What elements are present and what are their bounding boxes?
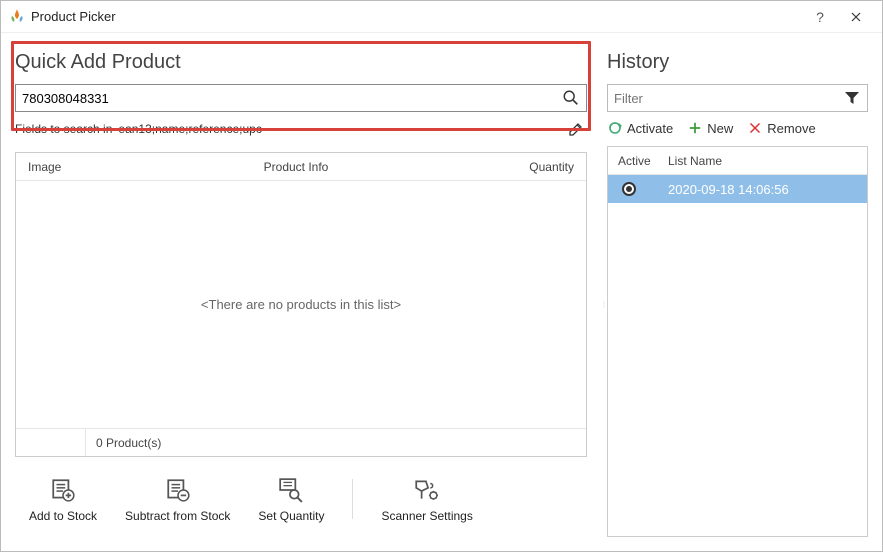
col-list-name[interactable]: List Name bbox=[664, 154, 867, 168]
quick-add-pane: Quick Add Product Fields to search in ea… bbox=[1, 33, 601, 551]
set-quantity-button[interactable]: Set Quantity bbox=[258, 475, 324, 523]
col-active[interactable]: Active bbox=[608, 154, 664, 168]
table-body: <There are no products in this list> bbox=[16, 181, 586, 428]
add-to-stock-icon bbox=[48, 475, 78, 505]
splitter-handle[interactable]: ⋮ bbox=[601, 303, 607, 307]
product-table: Image Product Info Quantity <There are n… bbox=[15, 152, 587, 457]
quick-add-heading: Quick Add Product bbox=[15, 51, 587, 74]
new-button[interactable]: New bbox=[687, 120, 733, 136]
search-row bbox=[15, 84, 587, 112]
history-body: 2020-09-18 14:06:56 bbox=[608, 175, 867, 536]
history-row[interactable]: 2020-09-18 14:06:56 bbox=[608, 175, 867, 203]
bottom-toolbar: Add to Stock Subtract from Stock bbox=[15, 457, 587, 537]
history-pane: History bbox=[601, 33, 882, 551]
empty-message: <There are no products in this list> bbox=[201, 297, 401, 312]
fields-label: Fields to search in bbox=[15, 122, 112, 136]
subtract-from-stock-label: Subtract from Stock bbox=[125, 509, 230, 523]
content-area: Quick Add Product Fields to search in ea… bbox=[1, 33, 882, 551]
set-quantity-icon bbox=[276, 475, 306, 505]
search-button[interactable] bbox=[556, 85, 586, 111]
remove-icon bbox=[747, 120, 763, 136]
scanner-settings-icon bbox=[412, 475, 442, 505]
app-icon bbox=[9, 9, 25, 25]
subtract-from-stock-button[interactable]: Subtract from Stock bbox=[125, 475, 230, 523]
subtract-from-stock-icon bbox=[163, 475, 193, 505]
history-actions: Activate New bbox=[607, 120, 868, 136]
toolbar-separator bbox=[352, 479, 353, 519]
scanner-settings-label: Scanner Settings bbox=[381, 509, 472, 523]
activate-button[interactable]: Activate bbox=[607, 120, 673, 136]
col-image[interactable]: Image bbox=[16, 160, 86, 174]
product-count: 0 Product(s) bbox=[86, 436, 161, 450]
set-quantity-label: Set Quantity bbox=[258, 509, 324, 523]
table-header: Image Product Info Quantity bbox=[16, 153, 586, 181]
search-input[interactable] bbox=[16, 85, 556, 111]
fields-row: Fields to search in ean13;name;reference… bbox=[15, 118, 587, 140]
titlebar: Product Picker ? bbox=[1, 1, 882, 33]
activate-label: Activate bbox=[627, 121, 673, 136]
history-header: Active List Name bbox=[608, 147, 867, 175]
history-heading: History bbox=[607, 51, 868, 74]
filter-icon-button[interactable] bbox=[837, 90, 867, 106]
filter-row bbox=[607, 84, 868, 112]
edit-fields-button[interactable] bbox=[565, 118, 587, 140]
add-to-stock-label: Add to Stock bbox=[29, 509, 97, 523]
remove-label: Remove bbox=[767, 121, 815, 136]
history-table: Active List Name 2020-09-18 14:06:56 bbox=[607, 146, 868, 537]
col-info[interactable]: Product Info bbox=[86, 160, 506, 174]
window-title: Product Picker bbox=[31, 9, 802, 24]
active-radio[interactable] bbox=[608, 182, 664, 196]
close-button[interactable] bbox=[838, 1, 874, 32]
new-label: New bbox=[707, 121, 733, 136]
add-to-stock-button[interactable]: Add to Stock bbox=[29, 475, 97, 523]
filter-input[interactable] bbox=[608, 91, 837, 106]
remove-button[interactable]: Remove bbox=[747, 120, 815, 136]
col-qty[interactable]: Quantity bbox=[506, 160, 586, 174]
fields-value: ean13;name;reference;upc bbox=[118, 122, 261, 136]
history-row-name: 2020-09-18 14:06:56 bbox=[664, 182, 867, 197]
table-footer: 0 Product(s) bbox=[16, 428, 586, 456]
pencil-icon bbox=[568, 121, 584, 137]
search-icon bbox=[562, 89, 580, 107]
funnel-icon bbox=[844, 90, 860, 106]
help-button[interactable]: ? bbox=[802, 1, 838, 32]
activate-icon bbox=[607, 120, 623, 136]
window: Product Picker ? Quick Add Product Field… bbox=[0, 0, 883, 552]
scanner-settings-button[interactable]: Scanner Settings bbox=[381, 475, 472, 523]
plus-icon bbox=[687, 120, 703, 136]
